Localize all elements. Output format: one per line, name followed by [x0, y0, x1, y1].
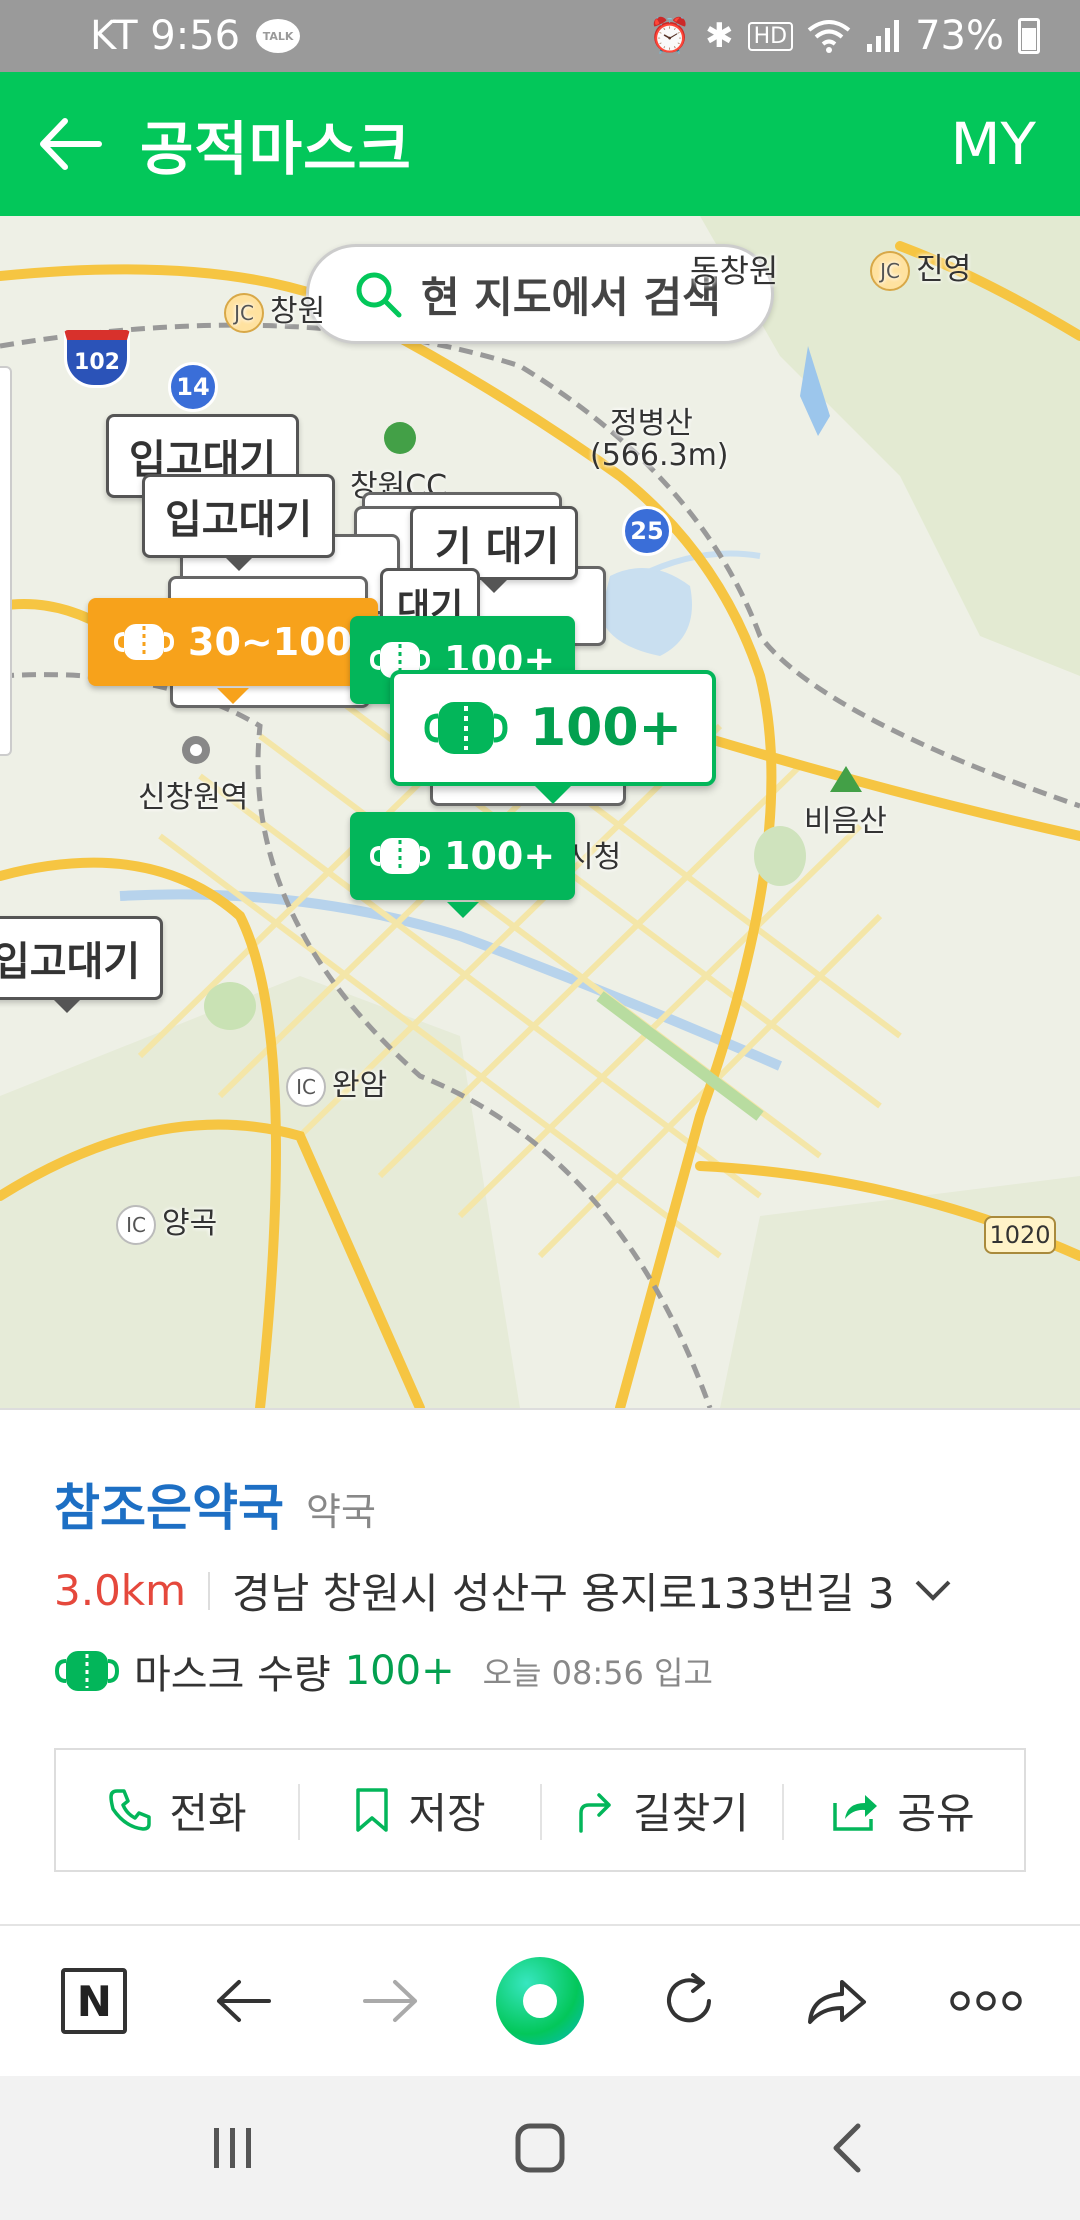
green-dot-button[interactable]: [485, 1946, 595, 2056]
home-button[interactable]: [480, 2098, 600, 2198]
hd-icon: HD: [747, 21, 794, 51]
stock-value: 100+: [344, 1648, 455, 1694]
place-label-bieumsan: 비음산: [804, 804, 887, 839]
signal-icon: [867, 20, 900, 52]
recent-apps-icon: [214, 2128, 252, 2168]
battery-percent: 73%: [915, 13, 1004, 59]
distance: 3.0km: [54, 1566, 187, 1615]
mask-icon: [54, 1651, 120, 1691]
back-nav-icon: [833, 2123, 861, 2173]
browser-forward-button[interactable]: [336, 1946, 446, 2056]
status-bar: KT 9:56 TALK ⏰ ✱ HD 73%: [0, 0, 1080, 72]
back-icon: [216, 1980, 271, 2022]
stock-label: 마스크 수량: [134, 1652, 331, 1698]
carrier-time: KT 9:56: [90, 13, 241, 59]
alarm-icon: ⏰: [648, 16, 692, 56]
mask-icon: [114, 624, 174, 660]
back-button[interactable]: [0, 72, 140, 216]
search-map-label: 현 지도에서 검색: [421, 272, 721, 322]
pharmacy-name[interactable]: 참조은약국: [54, 1468, 284, 1540]
system-back-button[interactable]: [787, 2098, 907, 2198]
bookmark-icon: [356, 1788, 389, 1832]
place-label-wanam: IC 완암: [286, 1060, 387, 1107]
side-panel-handle[interactable]: [0, 366, 12, 756]
naver-home-icon: N: [61, 1968, 128, 2034]
marker-stock-selected[interactable]: 100+: [390, 670, 717, 804]
app-header: 공적마스크 MY: [0, 72, 1080, 216]
pharmacy-info-panel: 참조은약국 약국 3.0km 경남 창원시 성산구 용지로133번길 3 마스크…: [0, 1408, 1080, 1924]
wifi-icon: [807, 20, 851, 53]
more-button[interactable]: [931, 1946, 1041, 2056]
divider: [208, 1571, 211, 1610]
refresh-icon: [666, 1973, 711, 2023]
mask-icon: [424, 702, 508, 754]
address-row[interactable]: 3.0km 경남 창원시 성산구 용지로133번길 3: [54, 1560, 953, 1621]
browser-toolbar: N: [0, 1924, 1080, 2076]
recent-apps-button[interactable]: [173, 2098, 293, 2198]
forward-icon: [363, 1980, 418, 2022]
system-nav-bar: [0, 2076, 1080, 2220]
battery-icon: [1018, 18, 1040, 54]
chevron-down-icon[interactable]: [913, 1578, 953, 1604]
share-button[interactable]: 공유: [782, 1750, 1024, 1870]
place-label-jc-jinyoung: JC 진영: [870, 244, 971, 291]
place-label-jeongbyeongsan-height: (566.3m): [590, 438, 729, 473]
stock-row: 마스크 수량 100+ 오늘 08:56 입고: [54, 1642, 713, 1700]
marker-waiting[interactable]: 입고대기: [0, 916, 164, 1013]
pharmacy-category: 약국: [306, 1490, 376, 1534]
mask-icon: [370, 838, 430, 874]
share-icon: [833, 1795, 878, 1831]
back-arrow-icon: [40, 118, 102, 170]
place-label-sinchangwon-station: 신창원역: [138, 780, 249, 815]
marker-waiting[interactable]: 입고대기: [142, 474, 336, 571]
page-title: 공적마스크: [140, 115, 412, 183]
search-icon: [356, 272, 402, 318]
home-icon: [515, 2123, 565, 2173]
highway-102-shield: 102: [64, 330, 130, 388]
marker-stock-green[interactable]: 100+: [350, 812, 576, 918]
share-page-button[interactable]: [782, 1946, 892, 2056]
marker-stock-orange[interactable]: 30~100: [88, 598, 379, 704]
browser-back-button[interactable]: [188, 1946, 298, 2056]
bluetooth-icon: ✱: [705, 16, 734, 56]
action-bar: 전화 저장 길찾기 공유: [54, 1748, 1026, 1872]
route-25-shield: 25: [622, 506, 672, 556]
directions-icon: [579, 1793, 611, 1833]
refresh-button[interactable]: [634, 1946, 744, 2056]
my-button[interactable]: MY: [951, 110, 1036, 178]
call-button[interactable]: 전화: [56, 1750, 298, 1870]
place-label-dongchangwon: 동창원: [690, 252, 779, 290]
share-arrow-icon: [808, 1980, 867, 2024]
stock-time: 오늘 08:56 입고: [482, 1654, 713, 1692]
naver-home-button[interactable]: N: [39, 1946, 149, 2056]
directions-button[interactable]: 길찾기: [540, 1750, 782, 1870]
phone-icon: [109, 1789, 152, 1831]
place-label-jc-changwon: JC 창원: [224, 286, 325, 333]
save-button[interactable]: 저장: [298, 1750, 540, 1870]
route-14-shield: 14: [168, 362, 218, 412]
more-icon: [949, 1991, 1022, 2011]
map-view[interactable]: 현 지도에서 검색 JC 창원 동창원 JC 진영 정병산 (566.3m) 창원C…: [0, 216, 1080, 1408]
talk-icon: TALK: [256, 19, 301, 53]
green-dot-icon: [495, 1957, 584, 2045]
route-1020-shield: 1020: [984, 1216, 1056, 1254]
place-label-jeongbyeongsan: 정병산: [610, 406, 693, 441]
address: 경남 창원시 성산구 용지로133번길 3: [232, 1569, 895, 1618]
place-label-yanggok: IC 양곡: [116, 1198, 217, 1245]
